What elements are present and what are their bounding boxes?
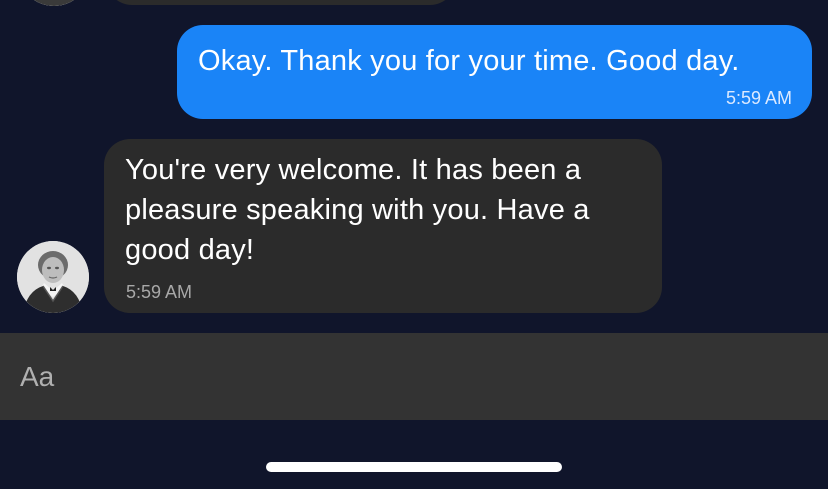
portrait-avatar-icon (17, 241, 89, 313)
message-timestamp: 5:59 AM (725, 88, 792, 108)
home-indicator[interactable] (266, 462, 562, 472)
message-input[interactable] (0, 333, 828, 420)
incoming-message-bubble[interactable]: You're very welcome. It has been a pleas… (104, 139, 662, 313)
contact-avatar[interactable] (17, 241, 89, 313)
contact-avatar[interactable] (18, 0, 90, 6)
previous-message-bubble (106, 0, 456, 5)
message-text: Okay. Thank you for your time. Good day. (198, 45, 740, 77)
chat-thread: Okay. Thank you for your time. Good day.… (0, 0, 828, 333)
message-timestamp: 5:59 AM (126, 282, 193, 302)
outgoing-message-bubble[interactable]: Okay. Thank you for your time. Good day.… (177, 25, 812, 119)
portrait-avatar-icon (18, 0, 90, 6)
message-composer (0, 333, 828, 420)
message-text: You're very welcome. It has been a pleas… (125, 154, 590, 266)
